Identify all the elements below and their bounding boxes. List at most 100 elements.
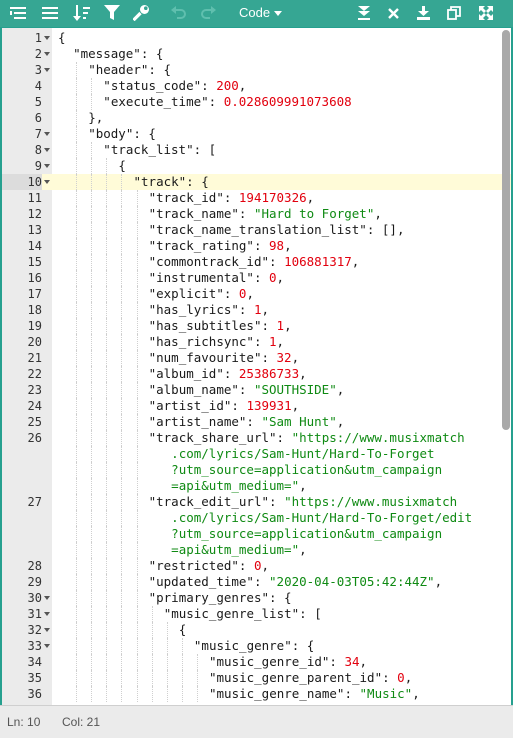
indent-guide bbox=[76, 222, 78, 238]
indent-guide bbox=[91, 462, 93, 478]
code-line[interactable]: 35 "music_genre_parent_id": 0, bbox=[2, 670, 511, 686]
code-line[interactable]: 33 "music_genre": { bbox=[2, 638, 511, 654]
mode-selector[interactable]: Code bbox=[239, 4, 283, 22]
fold-toggle-icon[interactable] bbox=[44, 132, 50, 136]
duplicate-icon[interactable] bbox=[445, 4, 463, 22]
code-line[interactable]: 28 "restricted": 0, bbox=[2, 558, 511, 574]
indent-guide bbox=[136, 670, 138, 686]
indent-guide bbox=[196, 686, 198, 702]
fullscreen-icon[interactable] bbox=[477, 4, 495, 22]
code-line[interactable]: 7 "body": { bbox=[2, 126, 511, 142]
code-line[interactable]: 5 "execute_time": 0.028609991073608 bbox=[2, 94, 511, 110]
fold-toggle-icon[interactable] bbox=[44, 52, 50, 56]
fold-toggle-icon[interactable] bbox=[44, 596, 50, 600]
repair-icon[interactable] bbox=[132, 4, 150, 22]
code-line[interactable]: 24 "artist_id": 139931, bbox=[2, 398, 511, 414]
fold-toggle-icon[interactable] bbox=[44, 36, 50, 40]
code-text: "track_list": [ bbox=[103, 142, 216, 158]
code-line[interactable]: 30 "primary_genres": { bbox=[2, 590, 511, 606]
code-editor[interactable]: 1{2 "message": {3 "header": {4 "status_code… bbox=[2, 28, 511, 705]
code-line[interactable]: .com/lyrics/Sam-Hunt/Hard-To-Forget/edit bbox=[2, 510, 511, 526]
code-line[interactable]: 32 { bbox=[2, 622, 511, 638]
close-icon[interactable] bbox=[384, 4, 402, 22]
undo-icon[interactable] bbox=[170, 4, 188, 22]
fold-toggle-icon[interactable] bbox=[44, 68, 50, 72]
code-line[interactable]: 25 "artist_name": "Sam Hunt", bbox=[2, 414, 511, 430]
code-line[interactable]: ?utm_source=application&utm_campaign bbox=[2, 462, 511, 478]
indent-guide bbox=[136, 414, 138, 430]
indent-guide bbox=[91, 94, 93, 110]
indent-guide bbox=[76, 62, 78, 78]
indent-guide bbox=[106, 206, 108, 222]
sort-icon[interactable] bbox=[72, 4, 90, 22]
code-line[interactable]: 19 "has_subtitles": 1, bbox=[2, 318, 511, 334]
code-line[interactable]: =api&utm_medium=", bbox=[2, 478, 511, 494]
code-line[interactable]: 11 "track_id": 194170326, bbox=[2, 190, 511, 206]
code-line[interactable]: 18 "has_lyrics": 1, bbox=[2, 302, 511, 318]
code-line[interactable]: 9{ bbox=[2, 158, 511, 174]
key-token: "music_genre_parent_id": bbox=[209, 670, 398, 685]
key-token: "track": { bbox=[133, 174, 209, 189]
code-line[interactable]: 4 "status_code": 200, bbox=[2, 78, 511, 94]
indent-guide bbox=[151, 638, 153, 654]
code-line[interactable]: =api&utm_medium=", bbox=[2, 542, 511, 558]
code-line[interactable]: ?utm_source=application&utm_campaign bbox=[2, 526, 511, 542]
code-line[interactable]: 29 "updated_time": "2020-04-03T05:42:44Z"… bbox=[2, 574, 511, 590]
key-token: "music_genre": { bbox=[193, 638, 315, 653]
code-line[interactable]: 34 "music_genre_id": 34, bbox=[2, 654, 511, 670]
code-line[interactable]: 15 "commontrack_id": 106881317, bbox=[2, 254, 511, 270]
format-icon[interactable] bbox=[9, 4, 27, 22]
code-line[interactable]: 14 "track_rating": 98, bbox=[2, 238, 511, 254]
code-line[interactable]: 2 "message": { bbox=[2, 46, 511, 62]
code-line[interactable]: 13 "track_name_translation_list": [], bbox=[2, 222, 511, 238]
expand-all-icon[interactable] bbox=[355, 4, 373, 22]
status-bar: Ln: 10 Col: 21 bbox=[0, 705, 513, 738]
fold-toggle-icon[interactable] bbox=[44, 164, 50, 168]
key-token: , bbox=[291, 398, 300, 413]
code-line[interactable]: 26 "track_share_url": "https://www.musixm… bbox=[2, 430, 511, 446]
code-line[interactable]: 22 "album_id": 25386733, bbox=[2, 366, 511, 382]
code-line[interactable]: 12 "track_name": "Hard to Forget", bbox=[2, 206, 511, 222]
code-text: "header": { bbox=[88, 62, 171, 78]
line-number: 19 bbox=[27, 319, 42, 333]
fold-toggle-icon[interactable] bbox=[44, 148, 50, 152]
fold-toggle-icon[interactable] bbox=[44, 628, 50, 632]
indent-guide bbox=[91, 414, 93, 430]
fold-toggle-icon[interactable] bbox=[44, 180, 50, 184]
code-line[interactable]: 21 "num_favourite": 32, bbox=[2, 350, 511, 366]
download-icon[interactable] bbox=[414, 4, 432, 22]
indent-guide bbox=[121, 574, 123, 590]
code-line[interactable]: 17 "explicit": 0, bbox=[2, 286, 511, 302]
key-token: "explicit": bbox=[148, 286, 239, 301]
redo-icon[interactable] bbox=[199, 4, 217, 22]
indent-guide bbox=[106, 526, 108, 542]
code-line[interactable]: 8 "track_list": [ bbox=[2, 142, 511, 158]
key-token: "updated_time": bbox=[148, 574, 270, 589]
vertical-scrollbar[interactable] bbox=[502, 30, 510, 430]
code-line[interactable]: 23 "album_name": "SOUTHSIDE", bbox=[2, 382, 511, 398]
number-token: 1 bbox=[276, 318, 285, 333]
string-token: =api&utm_medium=" bbox=[148, 478, 300, 493]
code-line[interactable]: 10 "track": { bbox=[2, 174, 511, 190]
code-text: ?utm_source=application&utm_campaign bbox=[149, 462, 442, 478]
fold-toggle-icon[interactable] bbox=[44, 612, 50, 616]
code-line[interactable]: 6}, bbox=[2, 110, 511, 126]
indent-guide bbox=[76, 654, 78, 670]
indent-guide bbox=[76, 686, 78, 702]
code-line[interactable]: 36 "music_genre_name": "Music", bbox=[2, 686, 511, 702]
code-line[interactable]: 20 "has_richsync": 1, bbox=[2, 334, 511, 350]
indent-guide bbox=[91, 190, 93, 206]
fold-toggle-icon[interactable] bbox=[44, 644, 50, 648]
line-number: 25 bbox=[27, 415, 42, 429]
code-line[interactable]: 16 "instrumental": 0, bbox=[2, 270, 511, 286]
code-line[interactable]: .com/lyrics/Sam-Hunt/Hard-To-Forget bbox=[2, 446, 511, 462]
code-line[interactable]: 1{ bbox=[2, 30, 511, 46]
code-line[interactable]: 27 "track_edit_url": "https://www.musixma… bbox=[2, 494, 511, 510]
line-number: 6 bbox=[34, 111, 42, 125]
key-token: , bbox=[434, 574, 443, 589]
filter-icon[interactable] bbox=[103, 4, 121, 22]
compact-icon[interactable] bbox=[41, 4, 59, 22]
indent-guide bbox=[121, 462, 123, 478]
code-line[interactable]: 3 "header": { bbox=[2, 62, 511, 78]
code-line[interactable]: 31 "music_genre_list": [ bbox=[2, 606, 511, 622]
